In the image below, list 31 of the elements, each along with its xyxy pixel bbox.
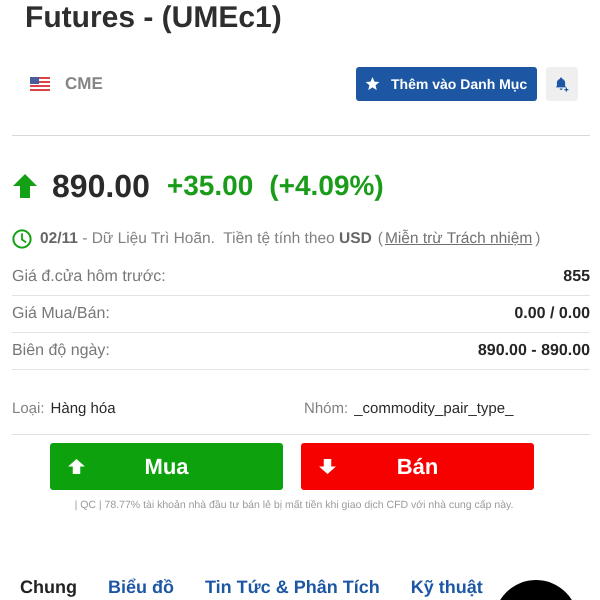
detail-label: Nhóm: — [304, 400, 348, 416]
add-to-watchlist-button[interactable]: Thêm vào Danh Mục — [356, 67, 537, 101]
price-change: +35.00 — [166, 170, 254, 202]
detail-value: _commodity_pair_type_ — [354, 400, 514, 416]
bell-plus-icon — [555, 76, 569, 92]
stat-label: Biên độ ngày: — [12, 342, 110, 360]
stat-label: Giá đ.cửa hôm trước: — [12, 268, 166, 286]
star-icon — [365, 77, 380, 91]
up-arrow-icon — [68, 459, 85, 474]
section-tab[interactable]: Tin Tức & Phân Tích — [204, 576, 380, 598]
data-delay-note: 02/11 - Dữ Liệu Trì Hoãn. Tiền tệ tính theo USD (Miễn trừ Trách nhiệm ) — [40, 230, 542, 248]
section-tab[interactable]: Biểu đồ — [108, 576, 174, 598]
add-alert-button[interactable] — [546, 67, 578, 101]
stat-label: Giá Mua/Bán: — [12, 305, 110, 323]
last-price: 890.00 — [52, 168, 150, 204]
percent-change: (+4.09%) — [269, 170, 384, 202]
sell-button[interactable]: Bán — [301, 443, 534, 490]
clock-icon — [12, 229, 32, 249]
flag-icon — [30, 77, 50, 91]
stat-value: 0.00 / 0.00 — [514, 305, 590, 323]
stat-value: 890.00 - 890.00 — [478, 342, 590, 360]
disclaimer-link[interactable]: Miễn trừ Trách nhiệm — [384, 230, 532, 247]
detail-value: Hàng hóa — [50, 400, 116, 416]
risk-warning: | QC | 78.77% tài khoản nhà đầu tư bán lẻ bị mất tiền khi giao dịch CFD với nhà cung cấp này. — [74, 498, 514, 512]
section-tab[interactable]: Chung — [20, 576, 77, 598]
detail-label: Loại: — [12, 400, 45, 416]
down-arrow-icon — [319, 459, 336, 474]
exchange-name: CME — [65, 74, 103, 94]
page-title: Futures - (UMEc1) — [25, 0, 282, 36]
section-tab[interactable]: Kỹ thuật — [410, 576, 483, 598]
stat-value: 855 — [563, 268, 590, 286]
